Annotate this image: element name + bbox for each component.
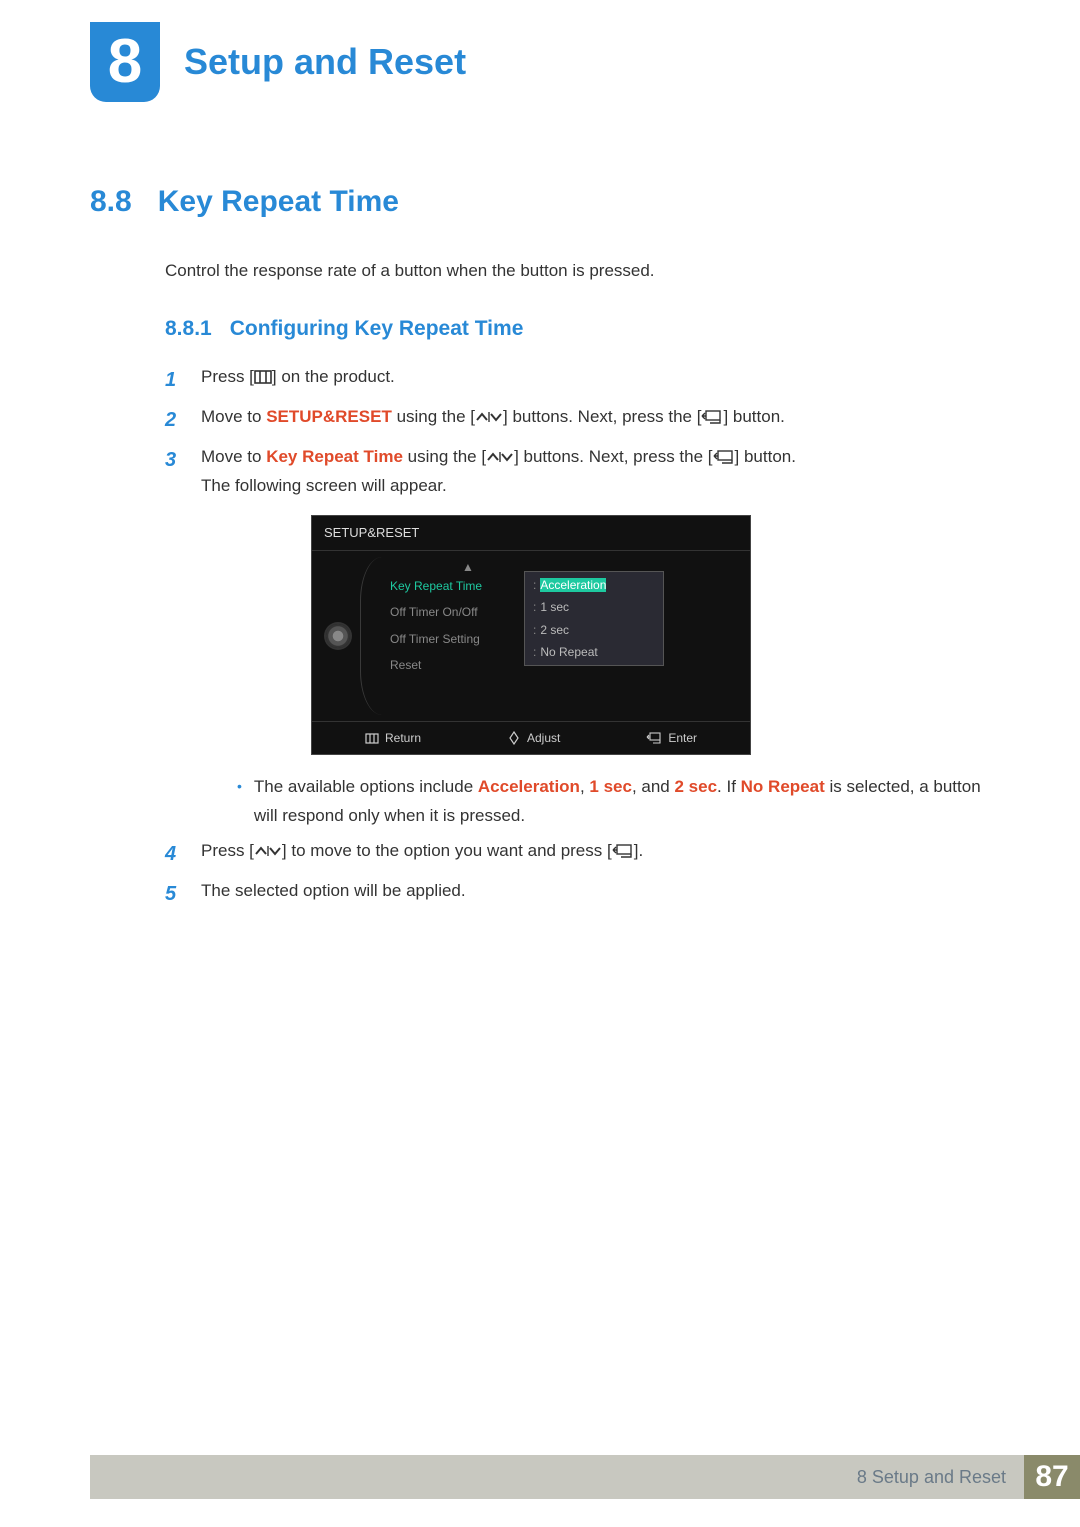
osd-footer-label: Return [385, 728, 421, 748]
osd-menu-list: Key Repeat Time Off Timer On/Off Off Tim… [364, 551, 524, 721]
setup-reset-label: SETUP&RESET [266, 407, 392, 426]
option-1sec: 1 sec [589, 777, 632, 796]
step-2: 2 Move to SETUP&RESET using the [ ] butto… [165, 403, 990, 437]
option-norepeat: No Repeat [741, 777, 825, 796]
osd-icon-column [312, 551, 364, 721]
enter-icon [713, 449, 735, 465]
osd-option: 2 sec [540, 623, 569, 637]
step-text: Press [ [201, 841, 254, 860]
step-text: The following screen will appear. [201, 472, 990, 501]
step-text: ] button. [735, 447, 796, 466]
chapter-title: Setup and Reset [184, 41, 466, 83]
step-1: 1 Press [ ] on the product. [165, 363, 990, 397]
step-text: Move to [201, 447, 266, 466]
menu-icon [254, 370, 272, 384]
osd-footer-label: Enter [668, 728, 697, 748]
step-3: 3 Move to Key Repeat Time using the [ ] b… [165, 443, 990, 831]
step-number: 5 [165, 877, 183, 911]
bullet-text: The available options include [254, 777, 478, 796]
subsection-title: 8.8.1 Configuring Key Repeat Time [165, 317, 990, 341]
osd-option: No Repeat [540, 645, 597, 659]
enter-icon [646, 732, 662, 744]
section-name: Key Repeat Time [158, 185, 399, 218]
option-2sec: 2 sec [674, 777, 717, 796]
osd-arc-divider [360, 557, 382, 715]
step-text: ] on the product. [272, 367, 395, 386]
bullet-text: , and [632, 777, 675, 796]
footer-label: 8 Setup and Reset [90, 1455, 1024, 1499]
step-text: using the [ [403, 447, 486, 466]
option-acceleration: Acceleration [478, 777, 580, 796]
subsection-number: 8.8.1 [165, 317, 212, 340]
osd-up-arrow-icon: ▲ [462, 557, 474, 577]
step-text: Move to [201, 407, 266, 426]
step-5: 5 The selected option will be applied. [165, 877, 990, 911]
osd-menu-item: Off Timer Setting [390, 626, 524, 652]
adjust-icon [507, 731, 521, 745]
bullet-item: • The available options include Accelera… [237, 773, 990, 831]
osd-title: SETUP&RESET [312, 516, 750, 551]
step-number: 2 [165, 403, 183, 437]
key-repeat-time-label: Key Repeat Time [266, 447, 403, 466]
step-text: ] buttons. Next, press the [ [514, 447, 712, 466]
osd-menu-item: Reset [390, 652, 524, 678]
chapter-header: 8 Setup and Reset [90, 22, 466, 102]
page-footer: 8 Setup and Reset 87 [90, 1455, 1080, 1499]
osd-menu-item: Off Timer On/Off [390, 599, 524, 625]
osd-footer-return: Return [365, 728, 421, 748]
up-down-icon [254, 844, 282, 858]
osd-menu-item: Key Repeat Time [390, 573, 524, 599]
osd-panel: SETUP&RESET ▲ Key Repeat Time Off Timer … [311, 515, 990, 755]
bullet-dot-icon: • [237, 773, 242, 831]
step-number: 3 [165, 443, 183, 831]
menu-icon [365, 733, 379, 744]
subsection-name: Configuring Key Repeat Time [230, 317, 524, 340]
enter-icon [612, 843, 634, 859]
enter-icon [701, 409, 723, 425]
step-text: ] button. [723, 407, 784, 426]
step-text: The selected option will be applied. [201, 877, 990, 911]
step-text: Press [ [201, 367, 254, 386]
step-number: 4 [165, 837, 183, 871]
step-text: ] buttons. Next, press the [ [503, 407, 701, 426]
osd-option-selected: Acceleration [540, 578, 606, 592]
osd-option-box: :Acceleration :1 sec :2 sec :No Repeat [524, 571, 664, 667]
osd-footer: Return Adjust Enter [312, 721, 750, 754]
bullet-text: . If [717, 777, 741, 796]
chapter-tab: 8 [90, 22, 160, 102]
step-text: ] to move to the option you want and pre… [282, 841, 612, 860]
bullet-list: • The available options include Accelera… [237, 773, 990, 831]
step-number: 1 [165, 363, 183, 397]
section-title: 8.8 Key Repeat Time [90, 185, 990, 219]
step-text: using the [ [392, 407, 475, 426]
chapter-number: 8 [108, 31, 142, 93]
osd-option: 1 sec [540, 600, 569, 614]
steps-list: 1 Press [ ] on the product. 2 Move to SET… [165, 363, 990, 911]
bullet-text: , [580, 777, 589, 796]
step-4: 4 Press [ ] to move to the option you wan… [165, 837, 990, 871]
osd-footer-label: Adjust [527, 728, 560, 748]
step-text: ]. [634, 841, 643, 860]
page-number: 87 [1024, 1455, 1080, 1499]
osd-footer-enter: Enter [646, 728, 697, 748]
gear-icon [326, 624, 350, 648]
section-intro: Control the response rate of a button wh… [165, 261, 990, 281]
up-down-icon [486, 450, 514, 464]
section-number: 8.8 [90, 185, 132, 218]
osd-options: :Acceleration :1 sec :2 sec :No Repeat [524, 551, 750, 721]
osd-footer-adjust: Adjust [507, 728, 560, 748]
up-down-icon [475, 410, 503, 424]
